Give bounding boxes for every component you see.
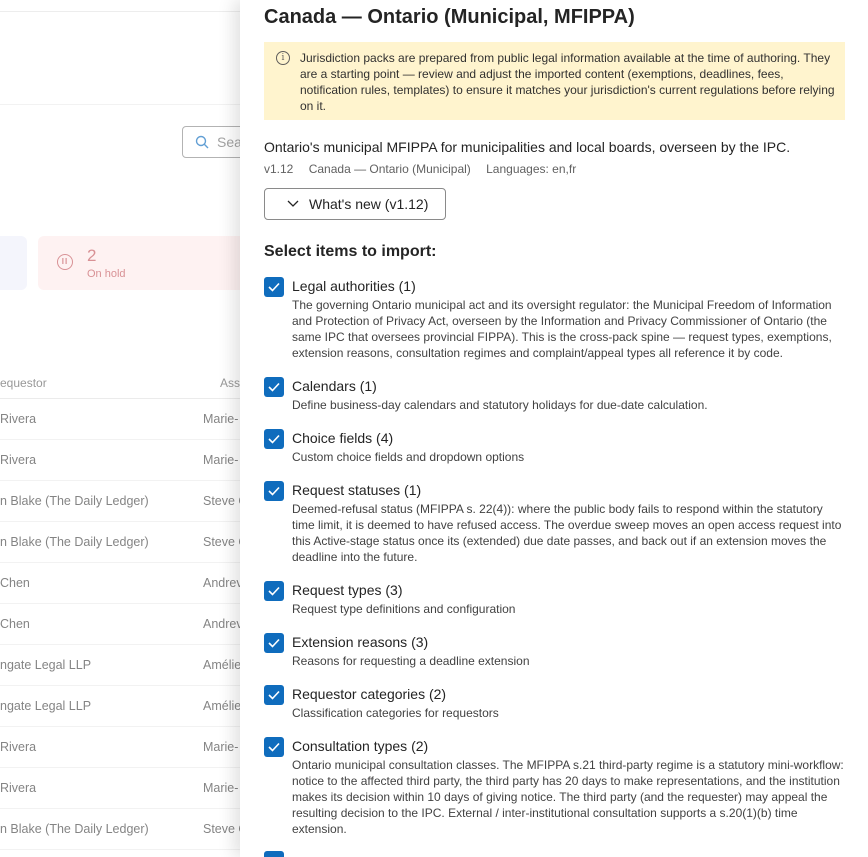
item-description: Classification categories for requestors [292,706,499,720]
checkmark-icon [268,382,280,392]
item-description: Deemed-refusal status (MFIPPA s. 22(4)):… [292,502,842,564]
chevron-down-icon [287,200,299,207]
pack-jurisdiction: Canada — Ontario (Municipal) [308,162,471,176]
disclaimer-notice: i Jurisdiction packs are prepared from p… [264,42,845,120]
drawer-title: Canada — Ontario (Municipal, MFIPPA) [264,6,635,28]
checkbox[interactable] [264,737,284,757]
pack-meta: v1.12 Canada — Ontario (Municipal) Langu… [264,162,588,176]
item-description: Ontario municipal consultation classes. … [292,758,844,836]
item-description: Reasons for requesting a deadline extens… [292,654,530,668]
checkmark-icon [268,638,280,648]
checkbox[interactable] [264,429,284,449]
modal-overlay[interactable] [0,0,240,857]
pack-languages: Languages: en,fr [486,162,577,176]
item-label[interactable]: Legal authorities (1) [292,278,416,294]
info-icon: i [276,51,290,65]
item-label[interactable]: Choice fields (4) [292,430,393,446]
checkbox[interactable] [264,581,284,601]
item-label[interactable]: Request types (3) [292,582,403,598]
checkmark-icon [268,434,280,444]
pack-version: v1.12 [264,162,294,176]
checkbox[interactable] [264,633,284,653]
item-label[interactable]: Extension reasons (3) [292,634,428,650]
item-label[interactable]: Requestor categories (2) [292,686,446,702]
checkmark-icon [268,486,280,496]
item-label[interactable]: Request statuses (1) [292,482,421,498]
item-description: Custom choice fields and dropdown option… [292,450,525,464]
checkbox[interactable] [264,481,284,501]
checkbox[interactable] [264,851,284,857]
import-pack-drawer: Canada — Ontario (Municipal, MFIPPA) i J… [240,0,868,857]
whats-new-button[interactable]: What's new (v1.12) [264,188,446,220]
checkbox[interactable] [264,685,284,705]
item-description: The governing Ontario municipal act and … [292,298,832,360]
item-description: Define business-day calendars and statut… [292,398,708,412]
item-label[interactable]: Calendars (1) [292,378,377,394]
checkmark-icon [268,742,280,752]
checkmark-icon [268,586,280,596]
checkbox[interactable] [264,377,284,397]
checkmark-icon [268,282,280,292]
pack-description: Ontario's municipal MFIPPA for municipal… [264,139,791,155]
item-description: Request type definitions and configurati… [292,602,516,616]
checkbox[interactable] [264,277,284,297]
disclaimer-text: Jurisdiction packs are prepared from pub… [300,51,835,113]
whats-new-label: What's new (v1.12) [309,196,429,212]
item-label[interactable]: Consultation types (2) [292,738,428,754]
select-items-heading: Select items to import: [264,243,437,260]
checkmark-icon [268,690,280,700]
